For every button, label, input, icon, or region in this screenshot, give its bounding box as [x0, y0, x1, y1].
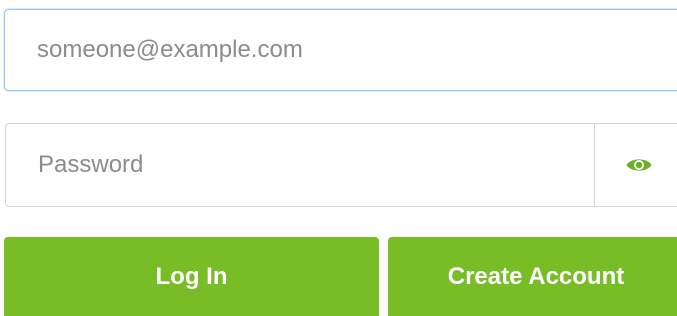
- password-field-group: [5, 123, 677, 207]
- create-account-button[interactable]: Create Account: [388, 237, 677, 316]
- log-in-button[interactable]: Log In: [4, 237, 379, 316]
- password-input[interactable]: [6, 124, 594, 206]
- email-field-wrapper: [4, 9, 677, 91]
- show-password-toggle[interactable]: [594, 124, 677, 206]
- eye-icon: [626, 159, 652, 171]
- email-input[interactable]: [5, 10, 677, 90]
- login-form: Log In Create Account: [0, 0, 677, 316]
